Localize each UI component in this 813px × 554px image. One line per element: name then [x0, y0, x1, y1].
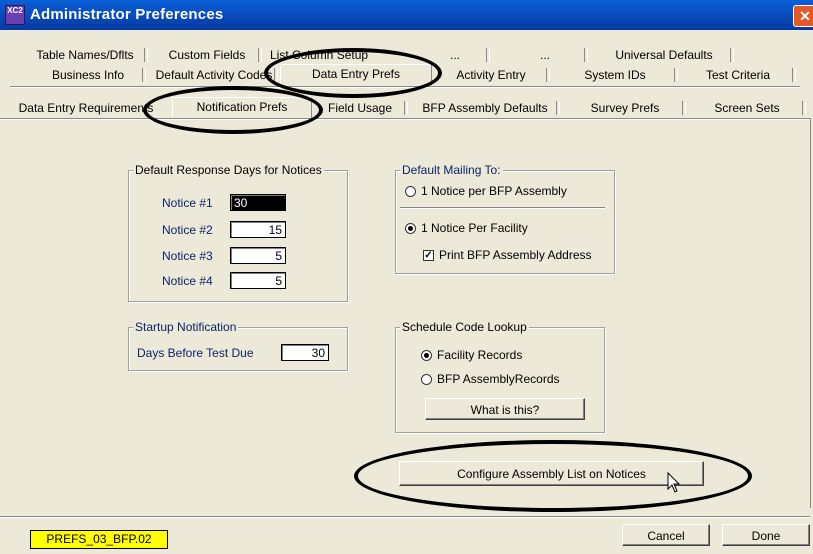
notice-2-label: Notice #2 [162, 223, 213, 237]
mailing-per-assembly-label[interactable]: 1 Notice per BFP Assembly [421, 184, 567, 198]
notice-3-field[interactable]: 5 [230, 247, 286, 264]
mailing-legend: Default Mailing To: [400, 163, 503, 177]
tab-list-column-setup[interactable]: List Column Setup [264, 46, 384, 64]
mailing-per-assembly-radio[interactable] [405, 186, 416, 197]
print-address-checkbox[interactable]: ✓ [423, 250, 434, 261]
what-is-this-button[interactable]: What is this? [425, 398, 585, 420]
tab-test-criteria[interactable]: Test Criteria [680, 66, 796, 84]
schedule-facility-radio[interactable] [421, 350, 432, 361]
notice-4-label: Notice #4 [162, 274, 213, 288]
mailing-per-facility-radio[interactable] [405, 223, 416, 234]
days-before-test-field[interactable]: 30 [281, 344, 329, 361]
schedule-assembly-label[interactable]: BFP AssemblyRecords [437, 372, 560, 386]
configure-assembly-list-button[interactable]: Configure Assembly List on Notices [399, 461, 704, 486]
notice-1-field[interactable]: 30 [230, 194, 286, 211]
tab-activity-entry[interactable]: Activity Entry [432, 66, 550, 84]
tab-row-3: Data Entry Requirements Notification Pre… [0, 97, 813, 118]
tab-table-names[interactable]: Table Names/Dflts [22, 46, 148, 64]
startup-legend: Startup Notification [133, 320, 239, 334]
notice-4-field[interactable]: 5 [230, 272, 286, 289]
notice-3-label: Notice #3 [162, 249, 213, 263]
done-button[interactable]: Done [722, 524, 810, 546]
tab-ellipsis-2[interactable]: ... [502, 46, 588, 64]
mouse-pointer-icon [667, 472, 681, 493]
window-title: Administrator Preferences [30, 6, 224, 23]
tab-data-entry-requirements[interactable]: Data Entry Requirements [0, 99, 172, 117]
tab-notification-prefs[interactable]: Notification Prefs [172, 97, 312, 118]
close-icon[interactable]: ✕ [793, 5, 813, 27]
response-days-legend: Default Response Days for Notices [133, 163, 324, 177]
tab-custom-fields[interactable]: Custom Fields [152, 46, 262, 64]
days-before-test-label: Days Before Test Due [137, 346, 254, 360]
tab-universal-defaults[interactable]: Universal Defaults [594, 46, 734, 64]
tab-default-activity-codes[interactable]: Default Activity Codes [150, 66, 278, 84]
mailing-per-facility-label[interactable]: 1 Notice Per Facility [421, 221, 528, 235]
tab-system-ids[interactable]: System IDs [552, 66, 678, 84]
tab-survey-prefs[interactable]: Survey Prefs [564, 99, 686, 117]
tab-field-usage[interactable]: Field Usage [312, 99, 408, 117]
tab-data-entry-prefs[interactable]: Data Entry Prefs [280, 64, 432, 85]
tab-business-info[interactable]: Business Info [30, 66, 146, 84]
schedule-legend: Schedule Code Lookup [400, 320, 529, 334]
notice-2-field[interactable]: 15 [230, 221, 286, 238]
print-address-label[interactable]: Print BFP Assembly Address [439, 248, 592, 262]
tab-screen-sets[interactable]: Screen Sets [688, 99, 806, 117]
app-icon: XC2 [5, 5, 25, 25]
cancel-button[interactable]: Cancel [622, 524, 710, 546]
mailing-divider [400, 207, 605, 209]
tab-strip-divider [10, 86, 800, 88]
status-code-badge: PREFS_03_BFP.02 [30, 530, 168, 549]
tab-row-2: Business Info Default Activity Codes Dat… [0, 64, 813, 85]
schedule-assembly-radio[interactable] [421, 374, 432, 385]
tab-ellipsis-1[interactable]: ... [420, 46, 490, 64]
title-bar: XC2 Administrator Preferences ✕ [0, 0, 813, 30]
notice-1-label: Notice #1 [162, 196, 213, 210]
schedule-facility-label[interactable]: Facility Records [437, 348, 522, 362]
footer-divider [0, 516, 810, 518]
tab-bfp-assembly-defaults[interactable]: BFP Assembly Defaults [410, 99, 560, 117]
tab-row-1: Table Names/Dflts Custom Fields List Col… [0, 46, 813, 65]
